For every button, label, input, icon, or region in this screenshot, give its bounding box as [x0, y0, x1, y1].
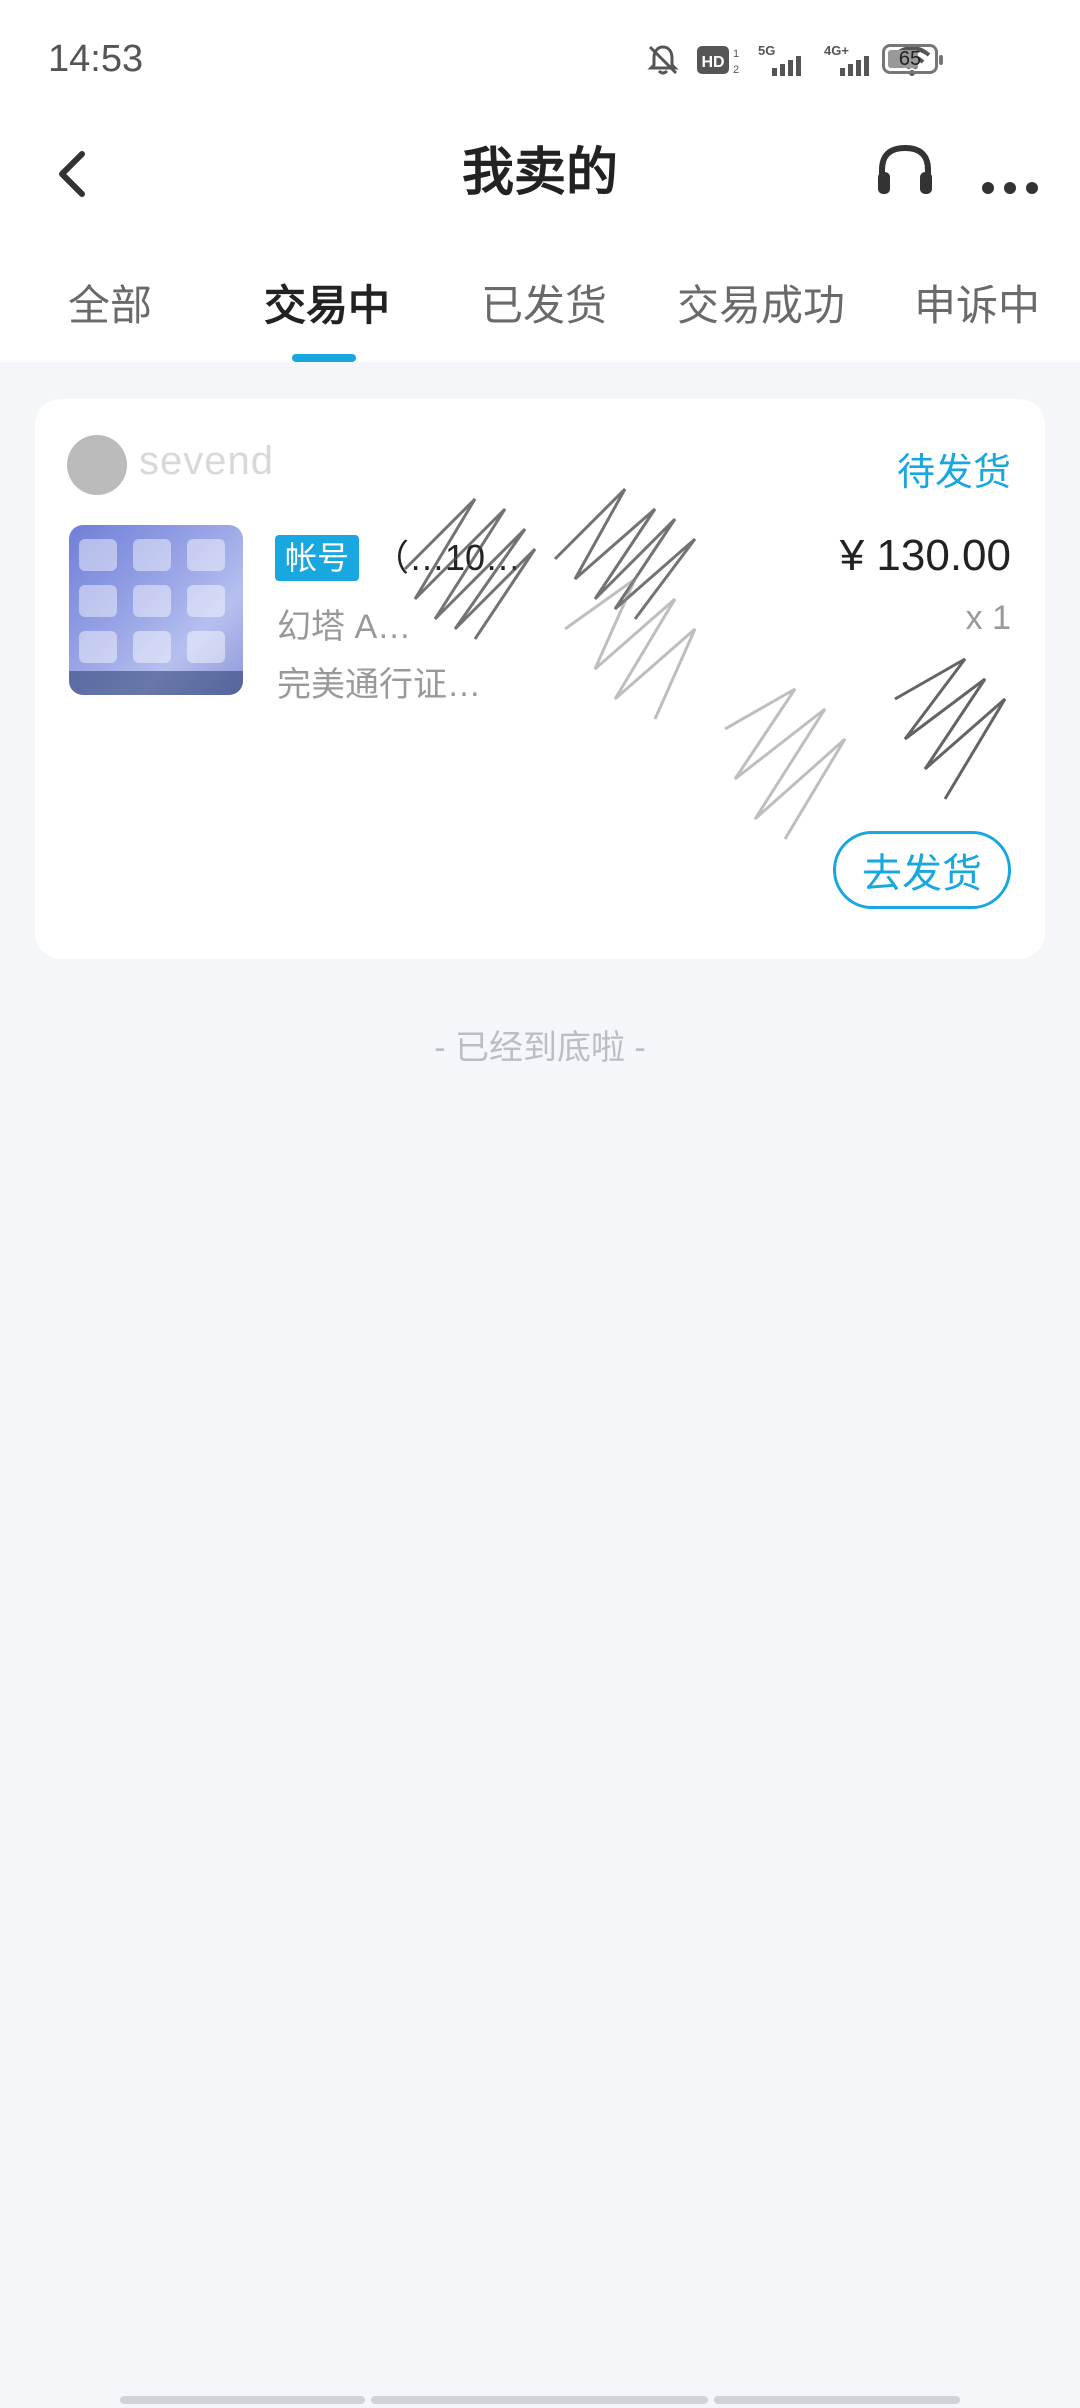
4g-signal-icon: 4G+: [824, 43, 869, 76]
battery-tip: [939, 55, 943, 65]
svg-text:1: 1: [733, 48, 739, 60]
order-card[interactable]: sevend 待发货 帐号 （…10… ¥ 130.00 幻塔 A… x 1 完…: [35, 399, 1045, 959]
tab-shipped[interactable]: 已发货: [481, 272, 607, 333]
svg-text:2: 2: [733, 64, 739, 76]
active-tab-indicator: [292, 354, 356, 362]
hd-icon: HD 1 2: [697, 46, 739, 76]
end-of-list-text: - 已经到底啦 -: [434, 1029, 646, 1067]
tab-completed[interactable]: 交易成功: [677, 272, 845, 333]
account-tag: 帐号: [275, 535, 360, 581]
item-title: （…10…: [373, 537, 522, 578]
seller-name: sevend: [139, 439, 274, 483]
tab-in-progress[interactable]: 交易中: [264, 272, 390, 333]
battery-percent: 65: [898, 47, 922, 70]
top-area: 14:53 HD 1 2 5G 4G+ 65 我卖的 全部 交易中 已发货 交易…: [0, 0, 1080, 362]
item-price: ¥ 130.00: [839, 531, 1011, 580]
svg-text:5G: 5G: [758, 43, 775, 58]
svg-text:4G+: 4G+: [824, 43, 849, 58]
gesture-bar-center[interactable]: [371, 2396, 708, 2404]
tab-bar: 全部 交易中 已发货 交易成功 申诉中: [0, 256, 1080, 362]
more-dots-icon[interactable]: [970, 136, 1050, 206]
status-bar: 14:53 HD 1 2 5G 4G+ 65: [0, 0, 1080, 120]
gesture-bar-left: [120, 2396, 365, 2404]
tab-all[interactable]: 全部: [68, 272, 152, 333]
headset-icon[interactable]: [870, 136, 940, 206]
product-thumbnail[interactable]: [69, 525, 243, 695]
mute-bell-icon: [647, 45, 679, 75]
item-description: 完美通行证…: [277, 666, 481, 704]
svg-text:HD: HD: [701, 54, 724, 71]
status-time: 14:53: [48, 38, 144, 80]
ship-button[interactable]: 去发货: [833, 831, 1011, 909]
item-game: 幻塔 A…: [277, 608, 412, 646]
item-quantity: x 1: [965, 599, 1011, 637]
gesture-bar-right: [714, 2396, 960, 2404]
battery-icon: 65: [882, 44, 943, 74]
nav-bar: 我卖的: [0, 120, 1080, 232]
5g-signal-icon: 5G: [758, 43, 801, 76]
order-status: 待发货: [896, 452, 1011, 494]
seller-avatar: [67, 435, 127, 495]
tab-disputed[interactable]: 申诉中: [914, 272, 1040, 333]
